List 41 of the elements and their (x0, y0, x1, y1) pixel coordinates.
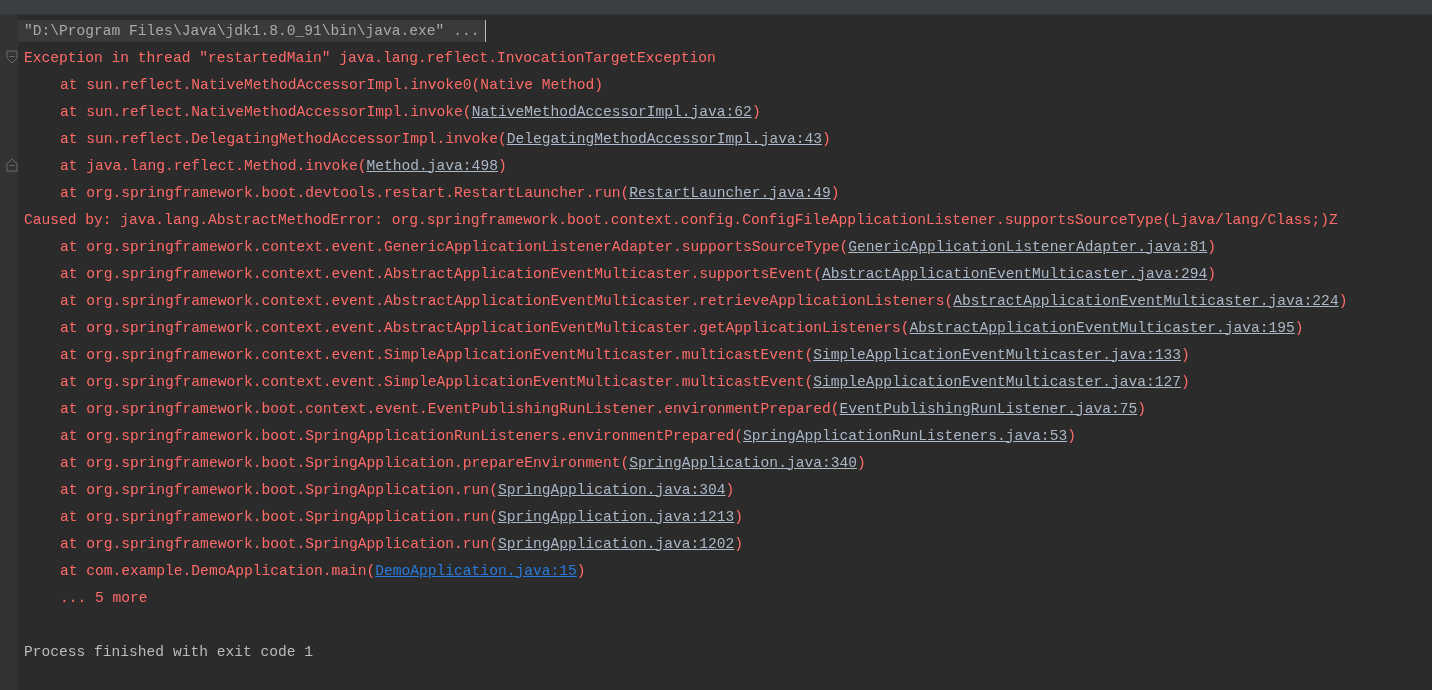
stack-frame-line: at org.springframework.boot.SpringApplication.prepareEnvironment(SpringApplication.java:340) (60, 454, 866, 471)
text-cursor (485, 19, 487, 42)
stack-frame-line: at org.springframework.boot.SpringApplicationRunListeners.environmentPrepared(SpringApplicationRunListeners.java:53) (60, 427, 1076, 444)
source-link[interactable]: AbstractApplicationEventMulticaster.java:294 (821, 265, 1208, 282)
stack-frame-line: at org.springframework.context.event.AbstractApplicationEventMulticaster.retrieveApplicationListeners(AbstractApplicationEventMulticaster.java:224) (60, 292, 1348, 309)
source-link[interactable]: GenericApplicationListenerAdapter.java:81 (848, 238, 1208, 255)
source-link[interactable]: NativeMethodAccessorImpl.java:62 (471, 103, 752, 120)
source-link[interactable]: AbstractApplicationEventMulticaster.java:224 (953, 292, 1339, 309)
stack-frame-line: at org.springframework.context.event.GenericApplicationListenerAdapter.supportsSourceType(GenericApplicationListenerAdapter.java:81) (60, 238, 1217, 255)
stack-frame-line: at org.springframework.boot.devtools.restart.RestartLauncher.run(RestartLauncher.java:49) (60, 184, 840, 201)
source-link[interactable]: SpringApplication.java:304 (497, 481, 726, 498)
stack-frame-line: at org.springframework.context.event.AbstractApplicationEventMulticaster.getApplicationListeners(AbstractApplicationEventMulticaster.java:195) (60, 319, 1304, 336)
error-message: Caused by: java.lang.AbstractMethodError: org.springframework.boot.context.config.ConfigFileApplicationListener.supportsSourceType(Ljava/lang/Class;)Z (24, 211, 1338, 228)
stack-frame-line: at org.springframework.context.event.AbstractApplicationEventMulticaster.supportsEvent(AbstractApplicationEventMulticaster.java:294) (60, 265, 1217, 282)
source-link[interactable]: SimpleApplicationEventMulticaster.java:133 (813, 346, 1181, 363)
source-link[interactable]: Method.java:498 (366, 157, 498, 174)
source-link[interactable]: RestartLauncher.java:49 (629, 184, 831, 201)
fold-icon[interactable] (6, 158, 18, 172)
exit-message: Process finished with exit code 1 (24, 643, 313, 660)
stack-frame-line: at sun.reflect.NativeMethodAccessorImpl.invoke0(Native Method) (60, 76, 603, 93)
source-link[interactable]: SpringApplicationRunListeners.java:53 (743, 427, 1068, 444)
fold-icon[interactable] (6, 50, 18, 64)
stack-frame-line: at org.springframework.boot.SpringApplication.run(SpringApplication.java:1202) (60, 535, 744, 552)
error-message: Exception in thread "restartedMain" java.lang.reflect.InvocationTargetException (24, 49, 716, 66)
source-link[interactable]: SpringApplication.java:1213 (497, 508, 735, 525)
stack-frame-line: at org.springframework.context.event.SimpleApplicationEventMulticaster.multicastEvent(SimpleApplicationEventMulticaster.java:133) (60, 346, 1190, 363)
stack-frame-line: at sun.reflect.NativeMethodAccessorImpl.invoke(NativeMethodAccessorImpl.java:62) (60, 103, 761, 120)
source-link[interactable]: DelegatingMethodAccessorImpl.java:43 (506, 130, 822, 147)
stack-frame-line: at org.springframework.boot.SpringApplication.run(SpringApplication.java:1213) (60, 508, 744, 525)
source-link[interactable]: SpringApplication.java:340 (629, 454, 857, 471)
source-link[interactable]: SimpleApplicationEventMulticaster.java:127 (813, 373, 1181, 390)
source-link[interactable]: SpringApplication.java:1202 (497, 535, 735, 552)
stack-frame-line: at sun.reflect.DelegatingMethodAccessorImpl.invoke(DelegatingMethodAccessorImpl.java:43) (60, 130, 831, 147)
stack-frame-line: at java.lang.reflect.Method.invoke(Method.java:498) (60, 157, 507, 174)
stack-frame-line: at org.springframework.context.event.SimpleApplicationEventMulticaster.multicastEvent(SimpleApplicationEventMulticaster.java:127) (60, 373, 1190, 390)
stack-frame-line: at org.springframework.boot.SpringApplication.run(SpringApplication.java:304) (60, 481, 735, 498)
stack-frame-line: at org.springframework.boot.context.event.EventPublishingRunListener.environmentPrepared(EventPublishingRunListener.java:75) (60, 400, 1146, 417)
stack-frame-line: at com.example.DemoApplication.main(DemoApplication.java:15) (60, 562, 586, 579)
stack-frame-line: ... 5 more (60, 589, 148, 606)
source-link[interactable]: AbstractApplicationEventMulticaster.java:195 (909, 319, 1295, 336)
source-link[interactable]: EventPublishingRunListener.java:75 (839, 400, 1138, 417)
